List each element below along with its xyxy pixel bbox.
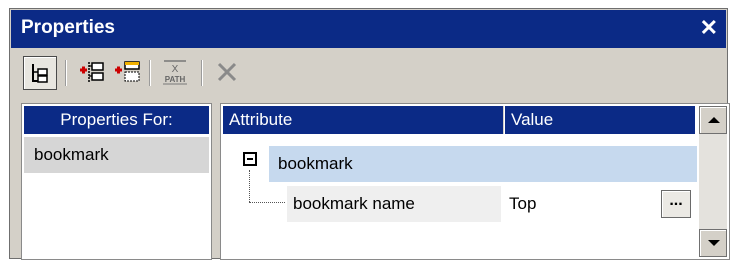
xpath-icon: X PATH: [163, 60, 187, 85]
append-attribute-button[interactable]: [111, 56, 143, 88]
properties-for-item[interactable]: bookmark: [24, 137, 209, 173]
scroll-down-button[interactable]: [699, 229, 727, 257]
svg-text:PATH: PATH: [165, 75, 186, 84]
properties-window: Properties ✕ X PATH Properties For: book…: [9, 8, 730, 260]
close-icon[interactable]: ✕: [700, 15, 718, 41]
scroll-up-button[interactable]: [699, 106, 727, 134]
delete-icon: [217, 62, 237, 82]
vertical-scrollbar[interactable]: [699, 106, 727, 257]
attribute-value-cell[interactable]: Top: [509, 186, 536, 222]
attribute-column-header[interactable]: Attribute: [223, 106, 504, 134]
xpath-button[interactable]: X PATH: [159, 56, 191, 88]
toolbar: X PATH: [11, 49, 726, 97]
title-bar: Properties ✕: [11, 10, 726, 48]
tree-view-button[interactable]: [23, 56, 57, 90]
insert-attribute-icon: [80, 62, 104, 82]
edit-value-button[interactable]: ...: [661, 190, 691, 218]
tree-connector-horizontal: [249, 202, 285, 203]
tree-connector-vertical: [249, 170, 250, 202]
arrow-up-icon: [708, 117, 720, 123]
insert-attribute-button[interactable]: [75, 56, 107, 88]
value-column-header[interactable]: Value: [505, 106, 695, 134]
properties-for-header: Properties For:: [24, 106, 209, 134]
collapse-icon[interactable]: [243, 152, 257, 166]
delete-button[interactable]: [211, 56, 243, 88]
append-attribute-icon: [115, 61, 140, 82]
window-title: Properties: [21, 17, 115, 38]
tree-view-icon: [32, 64, 48, 83]
properties-for-panel: Properties For: bookmark: [21, 103, 212, 260]
attribute-name-cell[interactable]: bookmark name: [287, 186, 501, 222]
arrow-down-icon: [708, 240, 720, 246]
tree-node-label: bookmark: [278, 154, 353, 173]
svg-text:X: X: [172, 64, 179, 75]
attributes-panel: Attribute Value bookmark bookmark name T…: [220, 103, 730, 260]
